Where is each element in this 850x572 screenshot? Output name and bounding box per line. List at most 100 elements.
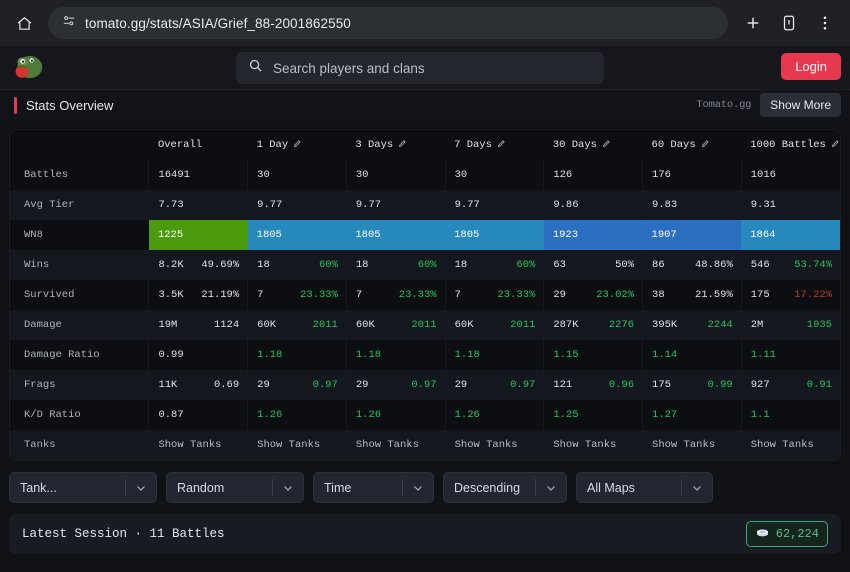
- edit-pencil-icon[interactable]: [288, 139, 302, 151]
- table-cell: 927 0.91: [740, 370, 840, 400]
- chevron-down-icon[interactable]: [273, 482, 303, 494]
- table-cell: 395K 2244: [642, 310, 742, 340]
- show-tanks-link[interactable]: Show Tanks: [158, 439, 221, 451]
- cell-secondary-value: 60%: [417, 259, 437, 271]
- site-header: Login: [0, 46, 850, 90]
- row-label-battles: Battles: [24, 169, 69, 181]
- column-header-1000-battles[interactable]: 1000 Battles: [741, 130, 840, 160]
- show-tanks-link[interactable]: Show Tanks: [257, 439, 320, 451]
- cell-primary-value: 175: [750, 289, 770, 301]
- cell-primary-value: 1.14: [652, 349, 678, 361]
- latest-session-card[interactable]: Latest Session · 11 Battles 62,224: [9, 514, 841, 554]
- show-tanks-link[interactable]: Show Tanks: [751, 439, 814, 451]
- cell-secondary-value: 49.69%: [201, 259, 240, 271]
- show-more-button[interactable]: Show More: [760, 93, 841, 117]
- table-cell: 1.26: [247, 400, 347, 430]
- edit-pencil-icon[interactable]: [597, 139, 611, 151]
- show-tanks-link[interactable]: Show Tanks: [455, 439, 518, 451]
- cell-secondary-value: 60%: [318, 259, 338, 271]
- column-header-3-days[interactable]: 3 Days: [346, 130, 445, 160]
- kebab-menu-icon[interactable]: [810, 8, 840, 38]
- table-head: Overall 1 Day 3 Days 7 Days 30 Days 60 Days 10…: [10, 130, 840, 160]
- column-header-7-days[interactable]: 7 Days: [445, 130, 544, 160]
- table-cell: 1.26: [444, 400, 544, 430]
- wn8-value-chip: 1805: [346, 220, 446, 250]
- chevron-down-icon[interactable]: [682, 482, 712, 494]
- edit-pencil-icon[interactable]: [696, 139, 710, 151]
- edit-pencil-icon[interactable]: [826, 139, 840, 151]
- cell-primary-value: 1.25: [553, 409, 579, 421]
- cell-primary-value: 1.15: [553, 349, 579, 361]
- table-cell: 9.86: [543, 190, 643, 220]
- cell-primary-value: 927: [750, 379, 770, 391]
- table-cell: 18 60%: [444, 250, 544, 280]
- table-cell: 1.26: [345, 400, 446, 430]
- table-cell[interactable]: Show Tanks: [345, 430, 446, 460]
- column-header-30-days[interactable]: 30 Days: [544, 130, 643, 160]
- edit-pencil-icon[interactable]: [492, 139, 506, 151]
- show-tanks-link[interactable]: Show Tanks: [553, 439, 616, 451]
- home-icon[interactable]: [10, 9, 38, 37]
- table-cell: 1864: [741, 220, 840, 250]
- accent-bar: [14, 96, 17, 114]
- column-header-60-days[interactable]: 60 Days: [643, 130, 742, 160]
- chevron-down-icon[interactable]: [536, 482, 566, 494]
- column-header-label: 7 Days: [454, 139, 492, 151]
- sort-filter-select[interactable]: Time: [313, 472, 434, 503]
- reader-mode-icon[interactable]: [774, 8, 804, 38]
- table-cell[interactable]: Show Tanks: [642, 430, 742, 460]
- column-header-1-day[interactable]: 1 Day: [248, 130, 347, 160]
- cell-primary-value: 126: [553, 169, 573, 181]
- cell-primary-value: 7: [454, 289, 461, 301]
- wn8-value-chip: 1907: [642, 220, 742, 250]
- cell-secondary-value: 23.33%: [398, 289, 437, 301]
- cell-secondary-value: 0.97: [312, 379, 338, 391]
- plus-icon[interactable]: [738, 8, 768, 38]
- site-settings-icon[interactable]: [62, 14, 76, 33]
- cell-primary-value: 175: [652, 379, 671, 391]
- cell-primary-value: 9.31: [750, 199, 776, 211]
- table-cell[interactable]: Show Tanks: [740, 430, 840, 460]
- cell-primary-value: 546: [750, 259, 770, 271]
- table-cell[interactable]: Show Tanks: [444, 430, 544, 460]
- cell-secondary-value: 2011: [312, 319, 338, 331]
- table-cell[interactable]: Show Tanks: [247, 430, 347, 460]
- chevron-down-icon[interactable]: [403, 482, 433, 494]
- table-cell: 1805: [247, 220, 347, 250]
- wn8-value-chip: 1805: [445, 220, 544, 250]
- search-box[interactable]: [236, 52, 604, 84]
- table-cell: 9.77: [247, 190, 347, 220]
- order-filter-select[interactable]: Descending: [443, 472, 567, 503]
- tomato-logo-icon[interactable]: [6, 48, 50, 88]
- table-cell: 9.77: [444, 190, 544, 220]
- cell-secondary-value: 1935: [806, 319, 832, 331]
- table-body: Battles 16491 30 30 30 126 176 1016 Avg Tier 7.73…: [10, 160, 840, 460]
- table-cell: 7 23.33%: [444, 280, 544, 310]
- table-cell[interactable]: Show Tanks: [543, 430, 643, 460]
- table-cell[interactable]: Show Tanks: [148, 430, 248, 460]
- cell-primary-value: 29: [257, 379, 270, 391]
- tank-filter-select[interactable]: Tank...: [9, 472, 157, 503]
- wn8-value-chip: 1923: [543, 220, 643, 250]
- row-label-wins: Wins: [10, 250, 149, 280]
- login-button[interactable]: Login: [781, 53, 841, 80]
- mode-filter-select[interactable]: Random: [166, 472, 304, 503]
- cell-primary-value: 3.5K: [158, 289, 184, 301]
- edit-pencil-icon[interactable]: [393, 139, 407, 151]
- cell-primary-value: 395K: [652, 319, 678, 331]
- cell-primary-value: 0.99: [158, 349, 184, 361]
- credits-badge: 62,224: [745, 521, 828, 547]
- table-cell: 30: [345, 160, 446, 190]
- search-input[interactable]: [273, 60, 592, 76]
- cell-primary-value: 287K: [553, 319, 579, 331]
- show-tanks-link[interactable]: Show Tanks: [652, 439, 715, 451]
- show-tanks-link[interactable]: Show Tanks: [356, 439, 419, 451]
- browser-toolbar: tomato.gg/stats/ASIA/Grief_88-2001862550: [0, 0, 850, 46]
- cell-primary-value: 176: [652, 169, 671, 181]
- address-bar[interactable]: tomato.gg/stats/ASIA/Grief_88-2001862550: [48, 7, 728, 39]
- table-cell: 18 60%: [247, 250, 347, 280]
- table-cell: 1923: [543, 220, 643, 250]
- table-cell: 7 23.33%: [247, 280, 347, 310]
- map-filter-select[interactable]: All Maps: [576, 472, 713, 503]
- chevron-down-icon[interactable]: [126, 482, 156, 494]
